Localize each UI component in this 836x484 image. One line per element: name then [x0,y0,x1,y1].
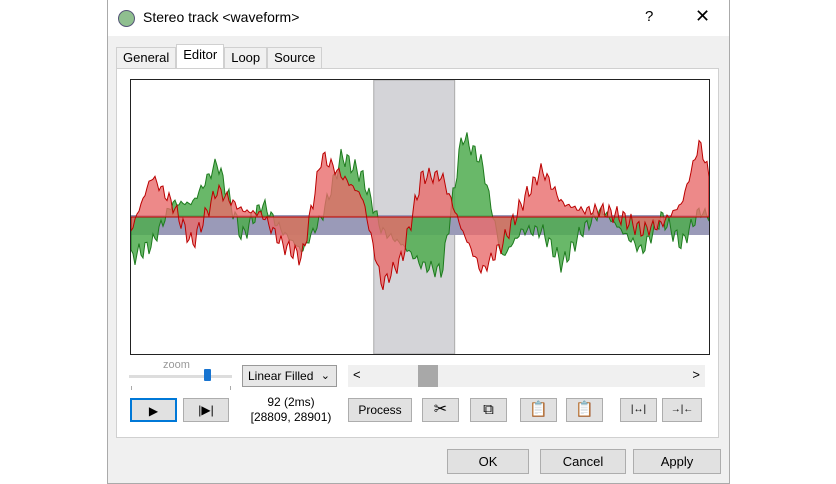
close-icon[interactable]: ✕ [695,6,710,27]
stereo-track-dialog: Stereo track <waveform> ? ✕ General Edit… [107,0,730,484]
display-mode-value: Linear Filled [248,369,314,383]
chevron-down-icon: ⌄ [320,370,330,382]
copy-icon: ⧉ [483,401,494,418]
play-icon: ▶ [148,404,159,418]
clipboard-icon: 📋 [529,401,548,418]
cut-button[interactable]: ✂ [422,398,459,422]
zoom-label: zoom [163,359,190,371]
slider-tick [230,386,231,390]
tab-editor[interactable]: Editor [176,44,225,69]
copy-button[interactable]: ⧉ [470,398,507,422]
tab-bar: General Editor Loop Source [116,44,323,69]
paste-button[interactable]: 📋 [520,398,557,422]
tab-source[interactable]: Source [267,47,323,69]
cancel-button[interactable]: Cancel [540,449,626,474]
scissors-icon: ✂ [433,401,448,418]
apply-button[interactable]: Apply [633,449,721,474]
window-title: Stereo track <waveform> [143,9,300,25]
scroll-right-icon[interactable]: > [692,367,700,382]
clipboard-special-icon: 📋 [575,401,594,418]
paste-special-button[interactable]: 📋 [566,398,603,422]
display-mode-select[interactable]: Linear Filled ⌄ [242,365,337,387]
horizontal-scrollbar[interactable]: < > [348,365,705,387]
zoom-slider[interactable] [129,375,232,378]
zoom-slider-thumb[interactable] [204,369,211,381]
ok-button[interactable]: OK [447,449,529,474]
play-selection-button[interactable]: |▶| [183,398,229,422]
title-bar: Stereo track <waveform> ? ✕ [108,0,729,36]
app-icon [118,10,135,27]
scroll-left-icon[interactable]: < [353,367,361,382]
help-button[interactable]: ? [645,8,653,25]
expand-button[interactable]: |↔| [620,398,657,422]
editor-panel: zoom Linear Filled ⌄ < > ▶ |▶| 92 (2ms) … [116,68,719,438]
sample-count: 92 (2ms) [267,395,315,409]
expand-icon: |↔| [630,404,647,415]
play-selection-icon: |▶| [198,403,214,417]
sample-range: [28809, 28901) [250,410,332,424]
tab-loop[interactable]: Loop [224,47,268,69]
selection-info: 92 (2ms) [28809, 28901) [241,395,341,425]
shrink-button[interactable]: →|← [662,398,702,422]
shrink-icon: →|← [670,404,694,415]
process-button[interactable]: Process [348,398,412,422]
play-button[interactable]: ▶ [130,398,177,422]
waveform-view[interactable] [130,79,710,355]
slider-tick [131,386,132,390]
scrollbar-thumb[interactable] [418,365,438,387]
tab-general[interactable]: General [116,47,177,69]
